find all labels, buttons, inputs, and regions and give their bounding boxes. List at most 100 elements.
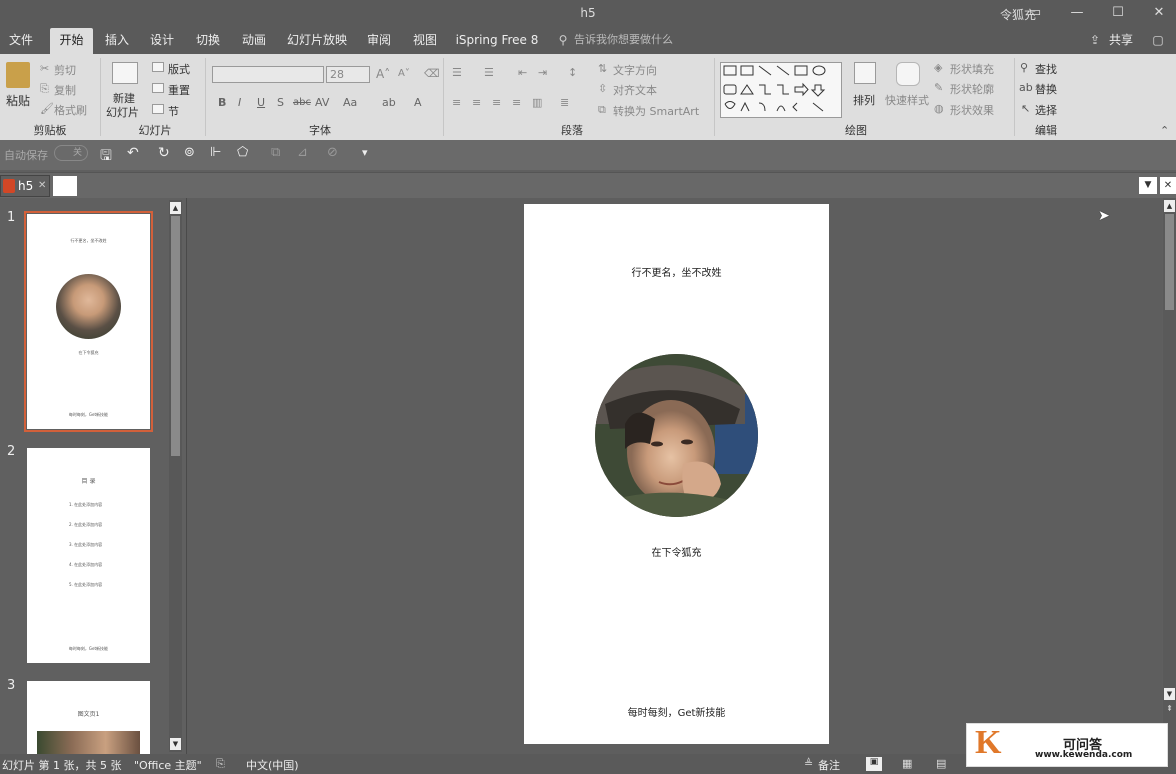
tab-transitions[interactable]: 切换: [191, 28, 225, 54]
spellcheck-icon[interactable]: ⎘: [216, 757, 225, 771]
normal-view-icon[interactable]: ▣: [866, 757, 882, 771]
comments-icon[interactable]: ▢: [1148, 28, 1168, 54]
tab-ispring[interactable]: iSpring Free 8: [455, 28, 539, 54]
paragraph-align-icon[interactable]: ≣: [560, 96, 569, 109]
layout-button[interactable]: 版式: [168, 61, 190, 77]
start-from-beginning-icon[interactable]: ⊚: [184, 145, 195, 160]
tab-list-icon[interactable]: ▼: [1139, 177, 1157, 194]
scroll-up-icon[interactable]: ▲: [1164, 200, 1175, 212]
change-case-icon[interactable]: Aa: [343, 96, 357, 109]
reset-icon[interactable]: [152, 83, 164, 93]
ribbon-display-icon[interactable]: ▭: [1020, 2, 1050, 24]
text-direction-icon[interactable]: ⇅: [598, 62, 607, 75]
tab-home[interactable]: 开始: [50, 28, 93, 54]
underline-icon[interactable]: U: [257, 96, 265, 109]
replace-button[interactable]: 替换: [1035, 81, 1057, 97]
scroll-down-icon[interactable]: ▼: [1164, 688, 1175, 700]
numbering-icon[interactable]: ☰: [484, 66, 494, 79]
editor-scrollbar[interactable]: ▲ ▼ ⇞: [1163, 198, 1176, 754]
lightbulb-search-icon[interactable]: ⚲: [556, 28, 570, 54]
minimize-icon[interactable]: —: [1062, 2, 1092, 24]
collapse-ribbon-icon[interactable]: ⌃: [1160, 124, 1169, 137]
italic-icon[interactable]: I: [238, 96, 241, 109]
shape-effects-icon[interactable]: ◍: [934, 102, 944, 115]
portrait-image[interactable]: [595, 354, 758, 517]
tab-file[interactable]: 文件: [4, 28, 38, 54]
slide-canvas[interactable]: 行不更名，坐不改姓 在下令狐充 每时每刻，Get新技能: [524, 204, 829, 744]
paste-icon[interactable]: [6, 62, 30, 88]
scroll-thumb[interactable]: [171, 216, 180, 456]
undo-icon[interactable]: ↶: [127, 145, 139, 161]
slide-thumbnail-1[interactable]: 行不更名，坐不改姓 在下令狐充 每时每刻，Get新技能: [24, 211, 153, 432]
slide-caption[interactable]: 在下令狐充: [524, 544, 829, 559]
share-icon[interactable]: ⇪: [1086, 28, 1104, 54]
strikethrough-icon[interactable]: abc: [293, 97, 311, 108]
shapes-gallery[interactable]: [720, 62, 842, 118]
align-center-icon[interactable]: ≡: [472, 96, 481, 109]
shape-outline-button[interactable]: 形状轮廓: [950, 81, 994, 97]
align-qat-icon[interactable]: ⊿: [297, 145, 308, 160]
format-painter-qat-icon[interactable]: ⊩: [210, 145, 221, 160]
share-button[interactable]: 共享: [1106, 28, 1136, 54]
cut-icon[interactable]: ✂: [40, 62, 49, 75]
smartart-button[interactable]: 转换为 SmartArt: [613, 103, 699, 119]
highlight-icon[interactable]: ab: [382, 96, 396, 109]
slide-sorter-icon[interactable]: ▦: [902, 757, 912, 770]
close-doc-icon[interactable]: ✕: [1160, 177, 1176, 194]
tab-slideshow[interactable]: 幻灯片放映: [284, 28, 350, 54]
scroll-up-icon[interactable]: ▲: [170, 202, 181, 214]
new-slide-label-2[interactable]: 幻灯片: [106, 104, 139, 120]
section-button[interactable]: 节: [168, 103, 179, 119]
tab-insert[interactable]: 插入: [100, 28, 134, 54]
layout-icon[interactable]: [152, 62, 164, 72]
redo-icon[interactable]: ↻: [158, 145, 170, 161]
shape-outline-icon[interactable]: ✎: [934, 81, 943, 94]
align-text-button[interactable]: 对齐文本: [613, 82, 657, 98]
clear-format-icon[interactable]: ⌫: [424, 67, 440, 80]
decrease-font-icon[interactable]: A˅: [398, 68, 410, 79]
tab-animations[interactable]: 动画: [237, 28, 271, 54]
scroll-thumb[interactable]: [1165, 214, 1174, 310]
format-painter-icon[interactable]: 🖌: [40, 102, 54, 115]
arrange-button[interactable]: 排列: [853, 92, 875, 108]
new-tab-button[interactable]: [53, 176, 77, 196]
shadow-icon[interactable]: S: [277, 96, 284, 109]
scroll-down-icon[interactable]: ▼: [170, 738, 181, 750]
save-icon[interactable]: 🖫: [100, 145, 112, 169]
thumbnail-scrollbar[interactable]: ▲ ▼: [169, 200, 182, 752]
quick-styles-button[interactable]: 快速样式: [885, 92, 929, 108]
text-direction-button[interactable]: 文字方向: [613, 62, 657, 78]
doc-tab-h5[interactable]: h5 ✕: [0, 175, 50, 197]
autosave-toggle[interactable]: 关: [54, 145, 88, 161]
align-right-icon[interactable]: ≡: [492, 96, 501, 109]
slide-thumbnail-2[interactable]: 目 录 1. 在此处添加内容 2. 在此处添加内容 3. 在此处添加内容 4. …: [27, 448, 150, 663]
shape-effects-button[interactable]: 形状效果: [950, 102, 994, 118]
increase-font-icon[interactable]: A˄: [376, 67, 390, 81]
shape-fill-icon[interactable]: ◈: [934, 61, 942, 74]
bullets-icon[interactable]: ☰: [452, 66, 462, 79]
shapes-qat-icon[interactable]: ⬠: [237, 145, 248, 160]
section-icon[interactable]: [152, 104, 164, 114]
maximize-icon[interactable]: ☐: [1103, 2, 1133, 24]
tab-view[interactable]: 视图: [408, 28, 442, 54]
char-spacing-icon[interactable]: AV: [315, 96, 329, 109]
group-qat-icon[interactable]: ⧉: [271, 145, 280, 160]
increase-indent-icon[interactable]: ⇥: [538, 66, 547, 79]
find-button[interactable]: 查找: [1035, 61, 1057, 77]
quick-styles-icon[interactable]: [896, 62, 920, 86]
shape-fill-button[interactable]: 形状填充: [950, 61, 994, 77]
smartart-icon[interactable]: ⧉: [598, 103, 606, 117]
format-painter-button[interactable]: 格式刷: [54, 102, 87, 118]
reset-button[interactable]: 重置: [168, 82, 190, 98]
shape-outline-qat-icon[interactable]: ⊘: [327, 145, 338, 160]
slide-top-text[interactable]: 行不更名，坐不改姓: [524, 264, 829, 279]
replace-icon[interactable]: ab: [1019, 81, 1033, 94]
slide-footer[interactable]: 每时每刻，Get新技能: [524, 704, 829, 719]
align-text-icon[interactable]: ⇳: [598, 82, 607, 95]
select-icon[interactable]: ↖: [1021, 102, 1030, 115]
decrease-indent-icon[interactable]: ⇤: [518, 66, 527, 79]
notes-icon[interactable]: ≜: [804, 757, 813, 770]
prev-slide-icon[interactable]: ⇞: [1164, 704, 1175, 716]
tell-me-box[interactable]: 告诉我你想要做什么: [574, 28, 684, 54]
find-icon[interactable]: ⚲: [1020, 61, 1028, 74]
